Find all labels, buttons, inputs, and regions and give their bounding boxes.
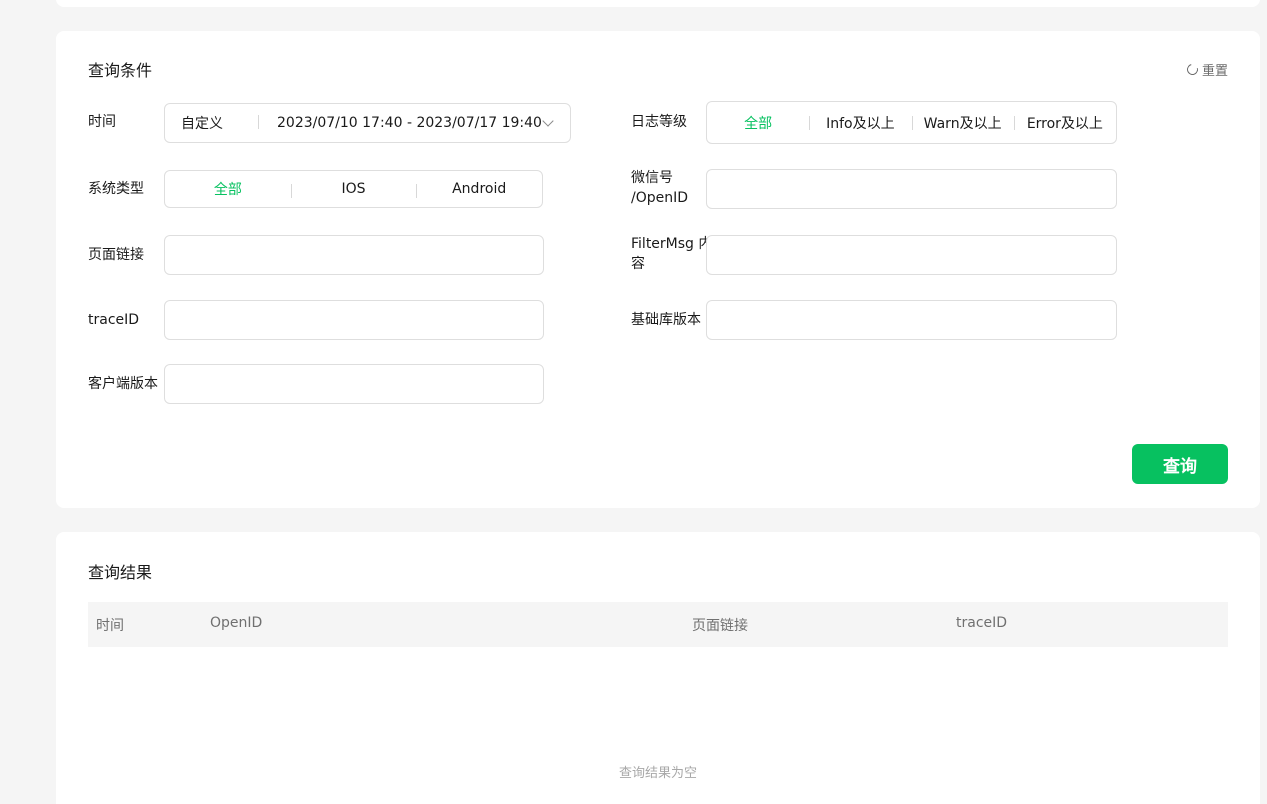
trace-id-label: traceID <box>88 312 140 328</box>
column-header-openid: OpenID <box>210 615 263 631</box>
log-level-segmented: 全部 Info及以上 Warn及以上 Error及以上 <box>706 101 1117 144</box>
base-lib-version-label: 基础库版本 <box>631 312 701 328</box>
column-header-time: 时间 <box>96 618 124 634</box>
system-type-option-ios[interactable]: IOS <box>290 181 417 198</box>
time-range-picker[interactable]: 自定义 2023/07/10 17:40 - 2023/07/17 19:40 <box>164 103 571 143</box>
trace-id-input[interactable] <box>164 300 544 340</box>
reset-button[interactable]: 重置 <box>1184 60 1228 79</box>
results-table-header: 时间 OpenID 页面链接 traceID <box>88 602 1228 647</box>
client-version-input[interactable] <box>164 364 544 404</box>
page-link-input[interactable] <box>164 235 544 275</box>
log-level-option-error[interactable]: Error及以上 <box>1013 113 1116 133</box>
reset-label: 重置 <box>1201 64 1228 79</box>
base-lib-version-input[interactable] <box>706 300 1117 340</box>
log-level-label: 日志等级 <box>631 114 687 130</box>
refresh-icon <box>1184 61 1200 78</box>
wechat-id-label: 微信号 /OpenID <box>631 168 688 208</box>
top-card <box>56 0 1260 7</box>
query-button[interactable]: 查询 <box>1132 444 1228 484</box>
time-label: 时间 <box>88 114 116 130</box>
filter-msg-label-line1: FilterMsg 内 <box>631 236 713 252</box>
log-level-option-info[interactable]: Info及以上 <box>809 113 911 133</box>
filter-msg-input[interactable] <box>706 235 1117 275</box>
column-header-trace-id: traceID <box>956 615 1008 631</box>
query-title: 查询条件 <box>88 61 153 80</box>
wechat-id-label-line2: /OpenID <box>631 190 689 206</box>
time-mode: 自定义 <box>165 113 259 133</box>
query-panel: 查询条件 重置 时间 自定义 2023/07/10 17:40 - 2023/0… <box>56 31 1260 508</box>
system-type-option-android[interactable]: Android <box>416 181 542 198</box>
page-link-label: 页面链接 <box>88 247 144 263</box>
system-type-label: 系统类型 <box>88 181 144 197</box>
filter-msg-label: FilterMsg 内 容 <box>631 234 712 274</box>
wechat-id-input[interactable] <box>706 169 1117 209</box>
results-panel: 查询结果 时间 OpenID 页面链接 traceID 查询结果为空 <box>56 532 1260 804</box>
log-level-option-warn[interactable]: Warn及以上 <box>911 113 1014 133</box>
column-header-page-link: 页面链接 <box>692 618 748 634</box>
client-version-label: 客户端版本 <box>88 376 158 392</box>
wechat-id-label-line1: 微信号 <box>631 170 673 186</box>
time-range-value: 2023/07/10 17:40 - 2023/07/17 19:40 <box>277 115 542 131</box>
results-title: 查询结果 <box>88 563 153 582</box>
chevron-down-icon <box>542 115 554 127</box>
empty-results-message: 查询结果为空 <box>618 766 697 781</box>
system-type-segmented: 全部 IOS Android <box>164 170 543 208</box>
filter-msg-label-line2: 容 <box>631 256 645 272</box>
system-type-option-all[interactable]: 全部 <box>165 179 291 199</box>
log-level-option-all[interactable]: 全部 <box>707 113 809 133</box>
